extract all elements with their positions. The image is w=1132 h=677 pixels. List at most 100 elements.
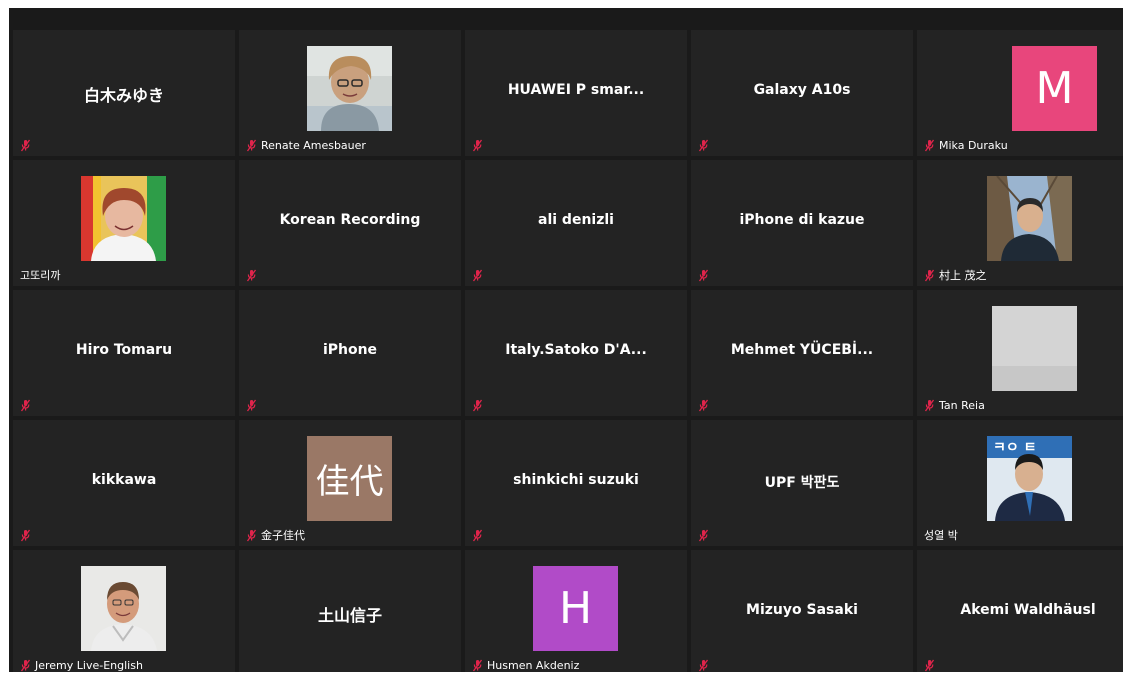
- participant-name: iPhone di kazue: [739, 212, 865, 228]
- participant-video: [992, 306, 1077, 391]
- muted-microphone-icon: [698, 659, 709, 671]
- svg-text:ㅋㅇ ㅌ: ㅋㅇ ㅌ: [993, 440, 1037, 456]
- tile-footer: Renate Amesbauer: [246, 137, 366, 153]
- participant-tile[interactable]: ali denizli: [465, 160, 687, 286]
- muted-microphone-icon: [698, 399, 709, 411]
- participant-name: Galaxy A10s: [753, 82, 851, 98]
- participant-name: 土山信子: [317, 606, 382, 625]
- participant-tile[interactable]: 白木みゆき: [13, 30, 235, 156]
- participant-tile[interactable]: M Mika Duraku: [917, 30, 1123, 156]
- tile-footer: [698, 137, 709, 153]
- muted-microphone-icon: [924, 139, 935, 151]
- participant-video: [81, 566, 166, 651]
- tile-footer: [924, 657, 935, 672]
- video-gallery: 白木みゆき Renate Amesbauer HUAWEI P smar... …: [9, 8, 1123, 672]
- participant-name: 村上 茂之: [939, 269, 987, 282]
- participant-tile[interactable]: Galaxy A10s: [691, 30, 913, 156]
- participant-name: ali denizli: [538, 212, 614, 228]
- muted-microphone-icon: [924, 659, 935, 671]
- participant-tile[interactable]: 土山信子: [239, 550, 461, 672]
- participant-tile[interactable]: Italy.Satoko D'A...: [465, 290, 687, 416]
- participant-name: HUAWEI P smar...: [507, 82, 645, 98]
- tile-footer: Husmen Akdeniz: [472, 657, 579, 672]
- tile-footer: 고또리까: [20, 267, 60, 283]
- participant-tile[interactable]: shinkichi suzuki: [465, 420, 687, 546]
- muted-microphone-icon: [246, 529, 257, 541]
- participant-video: [81, 176, 166, 261]
- participant-avatar: 佳代: [307, 436, 392, 521]
- participant-tile[interactable]: Tan Reia: [917, 290, 1123, 416]
- participant-tile[interactable]: HUAWEI P smar...: [465, 30, 687, 156]
- tile-footer: 성열 박: [924, 527, 958, 543]
- participant-tile[interactable]: UPF 박판도: [691, 420, 913, 546]
- participant-name: Mizuyo Sasaki: [746, 602, 858, 618]
- participant-name: Mehmet YÜCEBİ...: [730, 342, 874, 358]
- muted-microphone-icon: [246, 399, 257, 411]
- participant-avatar: H: [533, 566, 618, 651]
- participant-name: Akemi Waldhäusl: [960, 602, 1096, 618]
- muted-microphone-icon: [472, 269, 483, 281]
- participant-tile[interactable]: Mehmet YÜCEBİ...: [691, 290, 913, 416]
- participant-name: Tan Reia: [939, 398, 985, 412]
- tile-footer: [698, 527, 709, 543]
- muted-microphone-icon: [246, 139, 257, 151]
- tile-footer: [698, 267, 709, 283]
- participant-tile[interactable]: Mizuyo Sasaki: [691, 550, 913, 672]
- tile-footer: Tan Reia: [924, 397, 985, 413]
- muted-microphone-icon: [924, 399, 935, 411]
- tile-footer: [20, 527, 31, 543]
- participant-tile[interactable]: Renate Amesbauer: [239, 30, 461, 156]
- tile-footer: Mika Duraku: [924, 137, 1008, 153]
- muted-microphone-icon: [20, 139, 31, 151]
- tile-footer: [246, 397, 257, 413]
- participant-tile[interactable]: iPhone: [239, 290, 461, 416]
- participant-video: [987, 176, 1072, 261]
- muted-microphone-icon: [20, 399, 31, 411]
- tile-footer: [20, 397, 31, 413]
- tile-footer: [698, 657, 709, 672]
- tile-footer: [698, 397, 709, 413]
- tile-footer: [472, 397, 483, 413]
- participant-tile[interactable]: Hiro Tomaru: [13, 290, 235, 416]
- muted-microphone-icon: [698, 139, 709, 151]
- tile-footer: 金子佳代: [246, 527, 305, 543]
- participant-tile[interactable]: kikkawa: [13, 420, 235, 546]
- participant-name: 白木みゆき: [83, 86, 164, 105]
- participant-name: 金子佳代: [261, 529, 305, 542]
- tile-footer: 村上 茂之: [924, 267, 987, 283]
- participant-name: kikkawa: [91, 472, 157, 488]
- muted-microphone-icon: [246, 269, 257, 281]
- participant-video: [307, 46, 392, 131]
- participant-name: iPhone: [322, 342, 378, 358]
- participant-tile[interactable]: Jeremy Live-English: [13, 550, 235, 672]
- participant-tile[interactable]: Akemi Waldhäusl: [917, 550, 1123, 672]
- participant-tile[interactable]: H Husmen Akdeniz: [465, 550, 687, 672]
- participant-tile[interactable]: 佳代 金子佳代: [239, 420, 461, 546]
- muted-microphone-icon: [698, 269, 709, 281]
- participant-name: Husmen Akdeniz: [487, 658, 580, 672]
- participant-name: Italy.Satoko D'A...: [505, 342, 647, 358]
- participant-tile[interactable]: Korean Recording: [239, 160, 461, 286]
- tile-footer: [246, 267, 257, 283]
- participant-tile[interactable]: 고또리까: [13, 160, 235, 286]
- muted-microphone-icon: [924, 269, 935, 281]
- tile-footer: [472, 137, 483, 153]
- participant-name: Korean Recording: [279, 212, 421, 228]
- participant-name: Mika Duraku: [939, 138, 1008, 152]
- participant-tile[interactable]: iPhone di kazue: [691, 160, 913, 286]
- participant-tile[interactable]: 村上 茂之: [917, 160, 1123, 286]
- participant-name: Hiro Tomaru: [75, 342, 173, 358]
- participant-tile[interactable]: ㅋㅇ ㅌ 성열 박: [917, 420, 1123, 546]
- muted-microphone-icon: [20, 529, 31, 541]
- participant-name: Jeremy Live-English: [35, 658, 143, 672]
- participant-name: UPF 박판도: [764, 475, 840, 491]
- participant-video: ㅋㅇ ㅌ: [987, 436, 1072, 521]
- participant-name: Renate Amesbauer: [261, 138, 366, 152]
- tile-footer: [472, 527, 483, 543]
- participant-name: shinkichi suzuki: [513, 472, 639, 488]
- muted-microphone-icon: [472, 659, 483, 671]
- muted-microphone-icon: [472, 529, 483, 541]
- tile-footer: [20, 137, 31, 153]
- participant-name: 고또리까: [20, 269, 61, 282]
- muted-microphone-icon: [698, 529, 709, 541]
